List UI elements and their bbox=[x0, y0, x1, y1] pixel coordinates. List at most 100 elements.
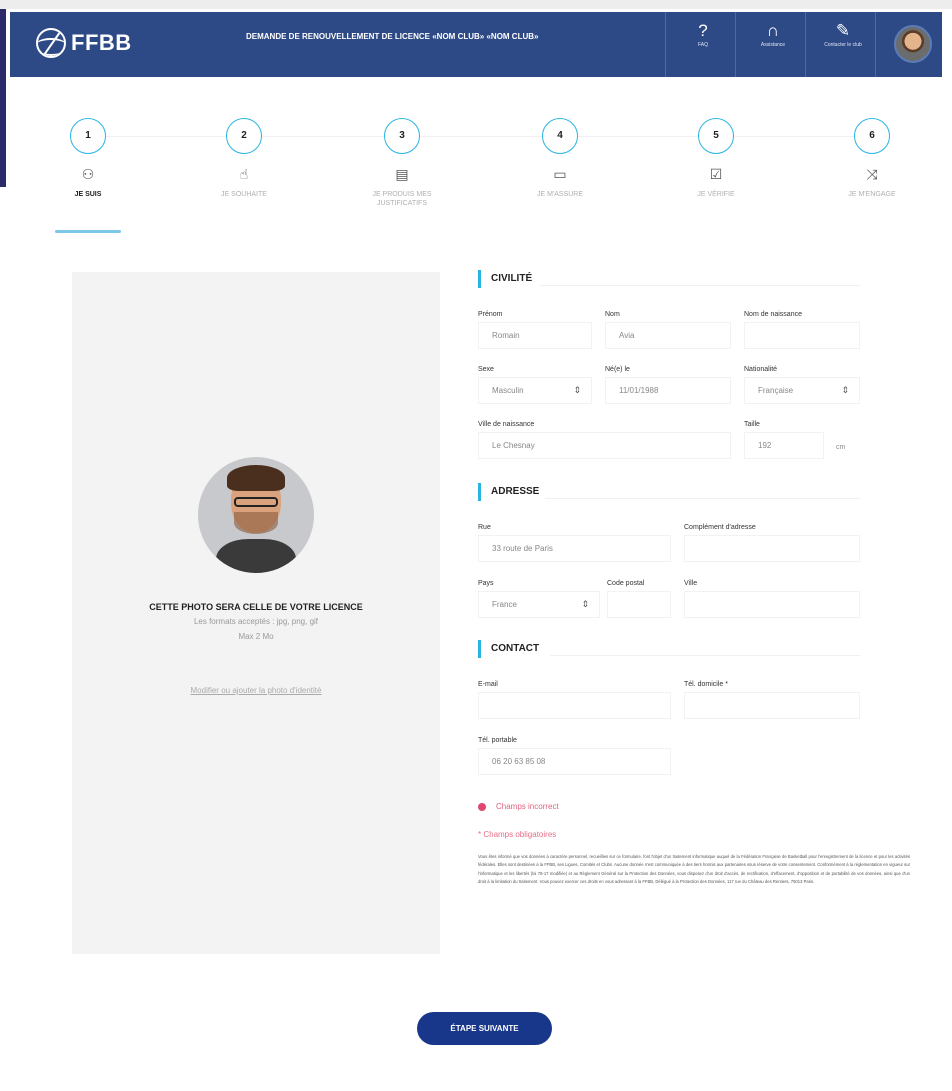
section-adresse: ADRESSE bbox=[478, 483, 539, 501]
nationalite-select[interactable]: Française ⇕ bbox=[744, 377, 860, 404]
prenom-field[interactable]: Romain bbox=[478, 322, 592, 349]
rue-field[interactable]: 33 route de Paris bbox=[478, 535, 671, 562]
section-civilite: CIVILITÉ bbox=[478, 270, 532, 288]
contact-club-button[interactable]: ✎ Contacter le club bbox=[813, 20, 873, 70]
step-je-m-engage[interactable]: 6 ⤨ JE M'ENGAGE bbox=[822, 118, 922, 199]
photo-max-size: Max 2 Mo bbox=[238, 632, 274, 641]
nom-naissance-label: Nom de naissance bbox=[744, 311, 802, 318]
step-je-souhaite[interactable]: 2 ☝ JE SOUHAITE bbox=[194, 118, 294, 199]
email-field[interactable] bbox=[478, 692, 671, 719]
thumbs-up-icon: ☝ bbox=[239, 166, 249, 182]
sexe-value: Masculin bbox=[492, 386, 524, 395]
naissance-date-label: Né(e) le bbox=[605, 366, 630, 373]
faq-label: FAQ bbox=[697, 42, 708, 48]
question-icon: ? bbox=[698, 21, 708, 40]
code-postal-label: Code postal bbox=[607, 580, 645, 587]
step-label: JE VÉRIFIE bbox=[697, 191, 735, 198]
section-divider bbox=[545, 498, 860, 499]
active-step-indicator bbox=[55, 230, 121, 233]
headset-icon: ∩ bbox=[766, 21, 780, 40]
app-header: FFBB DEMANDE DE RENOUVELLEMENT DE LICENC… bbox=[10, 12, 942, 77]
step-number: 1 bbox=[70, 118, 106, 154]
tel-domicile-field[interactable] bbox=[684, 692, 860, 719]
page-title: DEMANDE DE RENOUVELLEMENT DE LICENCE «NO… bbox=[246, 32, 539, 41]
photo-caption: CETTE PHOTO SERA CELLE DE VOTRE LICENCE bbox=[149, 602, 363, 612]
step-label: JE SOUHAITE bbox=[221, 191, 267, 198]
faq-button[interactable]: ? FAQ bbox=[673, 20, 733, 70]
next-step-button[interactable]: ÉTAPE SUIVANTE bbox=[417, 1012, 552, 1045]
taille-label: Taille bbox=[744, 421, 760, 428]
ville-label: Ville bbox=[684, 580, 698, 587]
pays-label: Pays bbox=[478, 580, 494, 587]
select-arrows-icon: ⇕ bbox=[573, 385, 581, 395]
sexe-select[interactable]: Masculin ⇕ bbox=[478, 377, 592, 404]
step-label: JE M'ASSURE bbox=[536, 191, 584, 198]
birth-date-field[interactable]: 11/01/1988 bbox=[605, 377, 731, 404]
user-add-icon: ⚇ bbox=[81, 166, 95, 182]
step-label: JE PRODUIS MES JUSTIFICATIFS bbox=[372, 191, 432, 207]
step-number: 5 bbox=[698, 118, 734, 154]
nationalite-value: Française bbox=[758, 386, 794, 395]
nom-naissance-field[interactable] bbox=[744, 322, 860, 349]
step-number: 4 bbox=[542, 118, 578, 154]
step-je-suis[interactable]: 1 ⚇ JE SUIS bbox=[38, 118, 138, 199]
complement-label: Complément d'adresse bbox=[684, 524, 756, 531]
nationalite-label: Nationalité bbox=[744, 366, 778, 373]
ville-field[interactable] bbox=[684, 591, 860, 618]
legal-notice: Vous êtes informé que vos données à cara… bbox=[478, 854, 910, 885]
ffbb-logo[interactable]: FFBB bbox=[36, 28, 132, 58]
step-je-m-assure[interactable]: 4 ▭ JE M'ASSURE bbox=[510, 118, 610, 199]
rue-label: Rue bbox=[478, 524, 491, 531]
header-divider bbox=[805, 12, 806, 77]
taille-unit: cm bbox=[836, 444, 846, 451]
complement-field[interactable] bbox=[684, 535, 860, 562]
step-label: JE SUIS bbox=[74, 191, 102, 198]
step-number: 2 bbox=[226, 118, 262, 154]
select-arrows-icon: ⇕ bbox=[581, 599, 589, 609]
device-icon: ▭ bbox=[553, 166, 567, 182]
email-label: E-mail bbox=[478, 681, 498, 688]
page: FFBB DEMANDE DE RENOUVELLEMENT DE LICENC… bbox=[0, 0, 952, 1091]
nom-label: Nom bbox=[605, 311, 620, 318]
sexe-label: Sexe bbox=[478, 366, 494, 373]
step-justificatifs[interactable]: 3 ▤ JE PRODUIS MES JUSTIFICATIFS bbox=[352, 118, 452, 208]
sidebar-accent bbox=[0, 9, 6, 187]
contact-club-label: Contacter le club bbox=[824, 42, 862, 48]
header-divider bbox=[735, 12, 736, 77]
error-text: Champs incorrect bbox=[496, 802, 559, 811]
step-je-verifie[interactable]: 5 ☑ JE VÉRIFIE bbox=[666, 118, 766, 199]
pays-select[interactable]: France ⇕ bbox=[478, 591, 600, 618]
ville-naissance-field[interactable]: Le Chesnay bbox=[478, 432, 731, 459]
ville-naissance-label: Ville de naissance bbox=[478, 421, 535, 428]
shuffle-icon: ⤨ bbox=[866, 166, 878, 182]
pays-value: France bbox=[492, 600, 517, 609]
step-number: 3 bbox=[384, 118, 420, 154]
section-contact: CONTACT bbox=[478, 640, 539, 658]
checkbox-edit-icon: ☑ bbox=[709, 166, 723, 182]
nom-field[interactable]: Avia bbox=[605, 322, 731, 349]
progress-stepper: 1 ⚇ JE SUIS 2 ☝ JE SOUHAITE 3 ▤ JE PRODU… bbox=[50, 118, 910, 238]
tel-portable-label: Tél. portable bbox=[478, 737, 517, 744]
photo-panel: CETTE PHOTO SERA CELLE DE VOTRE LICENCE … bbox=[72, 272, 440, 954]
modify-photo-link[interactable]: Modifier ou ajouter la photo d'identité bbox=[72, 686, 440, 695]
tel-portable-field[interactable]: 06 20 63 85 08 bbox=[478, 748, 671, 775]
step-label: JE M'ENGAGE bbox=[848, 191, 896, 198]
section-divider bbox=[540, 285, 860, 286]
edit-icon: ✎ bbox=[835, 21, 851, 40]
photo-formats: Les formats acceptés : jpg, png, gif bbox=[193, 617, 319, 626]
license-photo bbox=[198, 457, 314, 573]
required-note: * Champs obligatoires bbox=[478, 830, 557, 839]
code-postal-field[interactable] bbox=[607, 591, 671, 618]
basketball-icon bbox=[36, 28, 66, 58]
tel-domicile-label: Tél. domicile * bbox=[684, 681, 728, 688]
assistance-button[interactable]: ∩ Assistance bbox=[743, 20, 803, 70]
error-icon bbox=[478, 802, 486, 811]
assistance-label: Assistance bbox=[760, 42, 786, 48]
taille-field[interactable]: 192 bbox=[744, 432, 824, 459]
section-divider bbox=[550, 655, 860, 656]
step-number: 6 bbox=[854, 118, 890, 154]
header-divider bbox=[665, 12, 666, 77]
logo-text: FFBB bbox=[71, 30, 132, 55]
user-avatar[interactable] bbox=[894, 25, 932, 63]
header-divider bbox=[875, 12, 876, 77]
